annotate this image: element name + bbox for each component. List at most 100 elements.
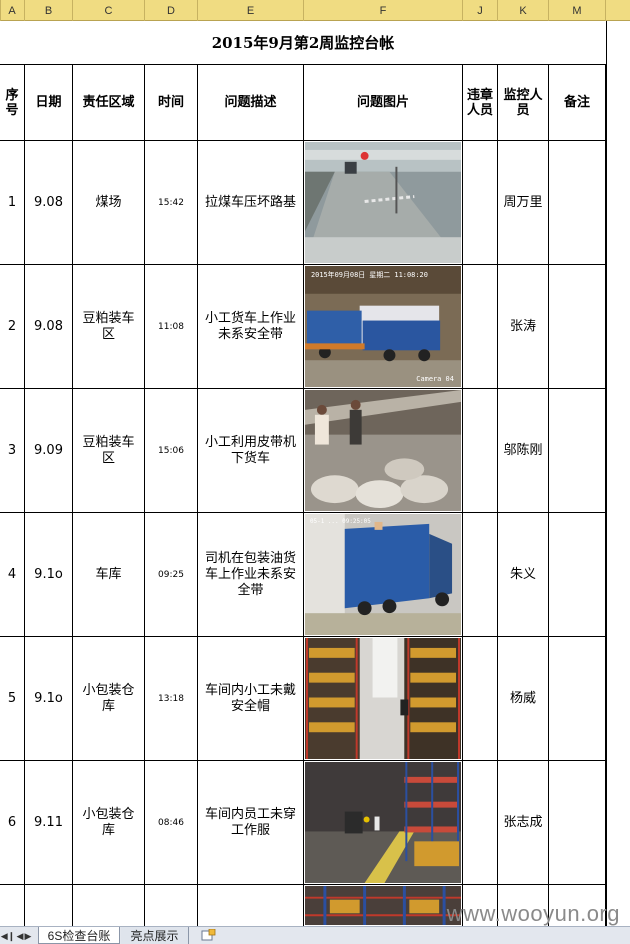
cell-time[interactable]: 11:08 (145, 265, 198, 389)
oil-truck-camera-photo[interactable]: 05-1 ... 09:25:05 (305, 514, 461, 635)
cell-desc[interactable]: 车间内小工未戴安全帽 (198, 637, 304, 761)
table-header-row: 序号 日期 责任区域 时间 问题描述 问题图片 违章人员 监控人员 备注 (0, 65, 606, 141)
header-monitor[interactable]: 监控人员 (498, 65, 549, 141)
next-sheet-nav-icon[interactable]: ▶ (22, 930, 34, 942)
cell-monitor[interactable]: 杨威 (498, 637, 549, 761)
cell-time[interactable]: 09:25 (145, 513, 198, 637)
cell-violator[interactable] (463, 141, 498, 265)
cell-date[interactable]: 9.1o (25, 513, 73, 637)
cell-photo[interactable]: 05-1 ... 09:25:05 (304, 513, 463, 637)
header-photo[interactable]: 问题图片 (304, 65, 463, 141)
cell-photo[interactable] (304, 637, 463, 761)
cell-date[interactable]: 9.08 (25, 141, 73, 265)
cell-remark[interactable] (549, 265, 606, 389)
cell-violator[interactable] (463, 389, 498, 513)
cell-violator[interactable] (463, 513, 498, 637)
cell-time[interactable]: 15:42 (145, 141, 198, 265)
warehouse-racks-camera-photo[interactable] (305, 638, 461, 759)
cell-desc[interactable]: 车间内员工未穿工作服 (198, 761, 304, 885)
cell-monitor[interactable]: 张涛 (498, 265, 549, 389)
header-area[interactable]: 责任区域 (73, 65, 145, 141)
cell-area[interactable]: 小包装仓库 (73, 637, 145, 761)
header-time[interactable]: 时间 (145, 65, 198, 141)
column-header-m[interactable]: M (549, 0, 606, 21)
header-violator[interactable]: 违章人员 (463, 65, 498, 141)
cell-monitor[interactable]: 朱义 (498, 513, 549, 637)
cell-date[interactable]: 9.1o (25, 637, 73, 761)
photo-timestamp: 05-1 ... 09:25:05 (310, 518, 371, 525)
cell-remark[interactable] (549, 389, 606, 513)
cell-date[interactable]: 9.08 (25, 265, 73, 389)
cell-seq[interactable]: 4 (0, 513, 25, 637)
cell-time[interactable]: 13:18 (145, 637, 198, 761)
cell-seq[interactable]: 3 (0, 389, 25, 513)
cell-seq[interactable] (0, 885, 25, 926)
cell-photo[interactable] (304, 885, 463, 926)
cell-remark[interactable] (549, 761, 606, 885)
sheet-title-cell[interactable]: 2015年9月第2周监控台帐 (0, 21, 606, 65)
cell-photo[interactable] (304, 761, 463, 885)
cell-violator[interactable] (463, 761, 498, 885)
cell-desc[interactable]: 小工货车上作业未系安全带 (198, 265, 304, 389)
cell-photo[interactable]: 2015年09月08日 星期二 11:08:20 Camera 04 (304, 265, 463, 389)
column-header-k[interactable]: K (498, 0, 549, 21)
table-row: 4 9.1o 车库 09:25 司机在包装油货车上作业未系安全带 05-1 ..… (0, 513, 606, 637)
cell-desc[interactable] (198, 885, 304, 926)
cell-seq[interactable]: 1 (0, 141, 25, 265)
cell-photo[interactable] (304, 389, 463, 513)
cell-monitor[interactable]: 周万里 (498, 141, 549, 265)
column-header-b[interactable]: B (25, 0, 73, 21)
truck-loading-camera-photo[interactable]: 2015年09月08日 星期二 11:08:20 Camera 04 (305, 266, 461, 387)
column-header-a[interactable]: A (0, 0, 25, 21)
cell-monitor[interactable]: 张志成 (498, 761, 549, 885)
cell-date[interactable]: 9.09 (25, 389, 73, 513)
header-desc[interactable]: 问题描述 (198, 65, 304, 141)
cell-seq[interactable]: 5 (0, 637, 25, 761)
cell-desc[interactable]: 司机在包装油货车上作业未系安全带 (198, 513, 304, 637)
column-header-d[interactable]: D (145, 0, 198, 21)
cell-area[interactable]: 豆粕装车区 (73, 265, 145, 389)
cell-area[interactable] (73, 885, 145, 926)
cell-time[interactable]: 08:46 (145, 761, 198, 885)
header-seq[interactable]: 序号 (0, 65, 25, 141)
cell-violator[interactable] (463, 265, 498, 389)
column-header-f[interactable]: F (304, 0, 463, 21)
cell-seq[interactable]: 2 (0, 265, 25, 389)
road-gate-camera-photo[interactable] (305, 142, 461, 263)
header-remark[interactable]: 备注 (549, 65, 606, 141)
cell-time[interactable]: 15:06 (145, 389, 198, 513)
cell-remark[interactable] (549, 513, 606, 637)
first-sheet-nav-icon[interactable]: ◀❙ (1, 930, 15, 942)
tab-highlights[interactable]: 亮点展示 (121, 927, 189, 944)
cell-area[interactable]: 豆粕装车区 (73, 389, 145, 513)
warehouse-forklift-camera-photo[interactable] (305, 762, 461, 883)
cell-desc[interactable]: 小工利用皮带机下货车 (198, 389, 304, 513)
insert-sheet-icon[interactable] (200, 929, 216, 942)
cell-date[interactable] (25, 885, 73, 926)
sheet-tab-bar: ◀❙ ◀ ▶ 6S检查台账 亮点展示 (0, 926, 630, 944)
watermark-text: www.wooyun.org (446, 901, 620, 926)
cell-remark[interactable] (549, 141, 606, 265)
cell-monitor[interactable]: 邬陈刚 (498, 389, 549, 513)
column-header-j[interactable]: J (463, 0, 498, 21)
cell-date[interactable]: 9.11 (25, 761, 73, 885)
cell-area[interactable]: 车库 (73, 513, 145, 637)
table-row: 2 9.08 豆粕装车区 11:08 小工货车上作业未系安全带 2015年09月… (0, 265, 606, 389)
cell-time[interactable] (145, 885, 198, 926)
column-header-bar: A B C D E F J K M (0, 0, 630, 21)
warehouse-partial-camera-photo[interactable] (305, 886, 461, 925)
cell-remark[interactable] (549, 637, 606, 761)
cell-seq[interactable]: 6 (0, 761, 25, 885)
cell-violator[interactable] (463, 637, 498, 761)
cell-area[interactable]: 煤场 (73, 141, 145, 265)
cell-area[interactable]: 小包装仓库 (73, 761, 145, 885)
sheet-right-margin (606, 21, 630, 926)
cell-desc[interactable]: 拉煤车压坏路基 (198, 141, 304, 265)
title-row: 2015年9月第2周监控台帐 (0, 21, 606, 65)
tab-6s-inspection[interactable]: 6S检查台账 (38, 927, 120, 944)
conveyor-belt-camera-photo[interactable] (305, 390, 461, 511)
column-header-c[interactable]: C (73, 0, 145, 21)
header-date[interactable]: 日期 (25, 65, 73, 141)
cell-photo[interactable] (304, 141, 463, 265)
column-header-e[interactable]: E (198, 0, 304, 21)
